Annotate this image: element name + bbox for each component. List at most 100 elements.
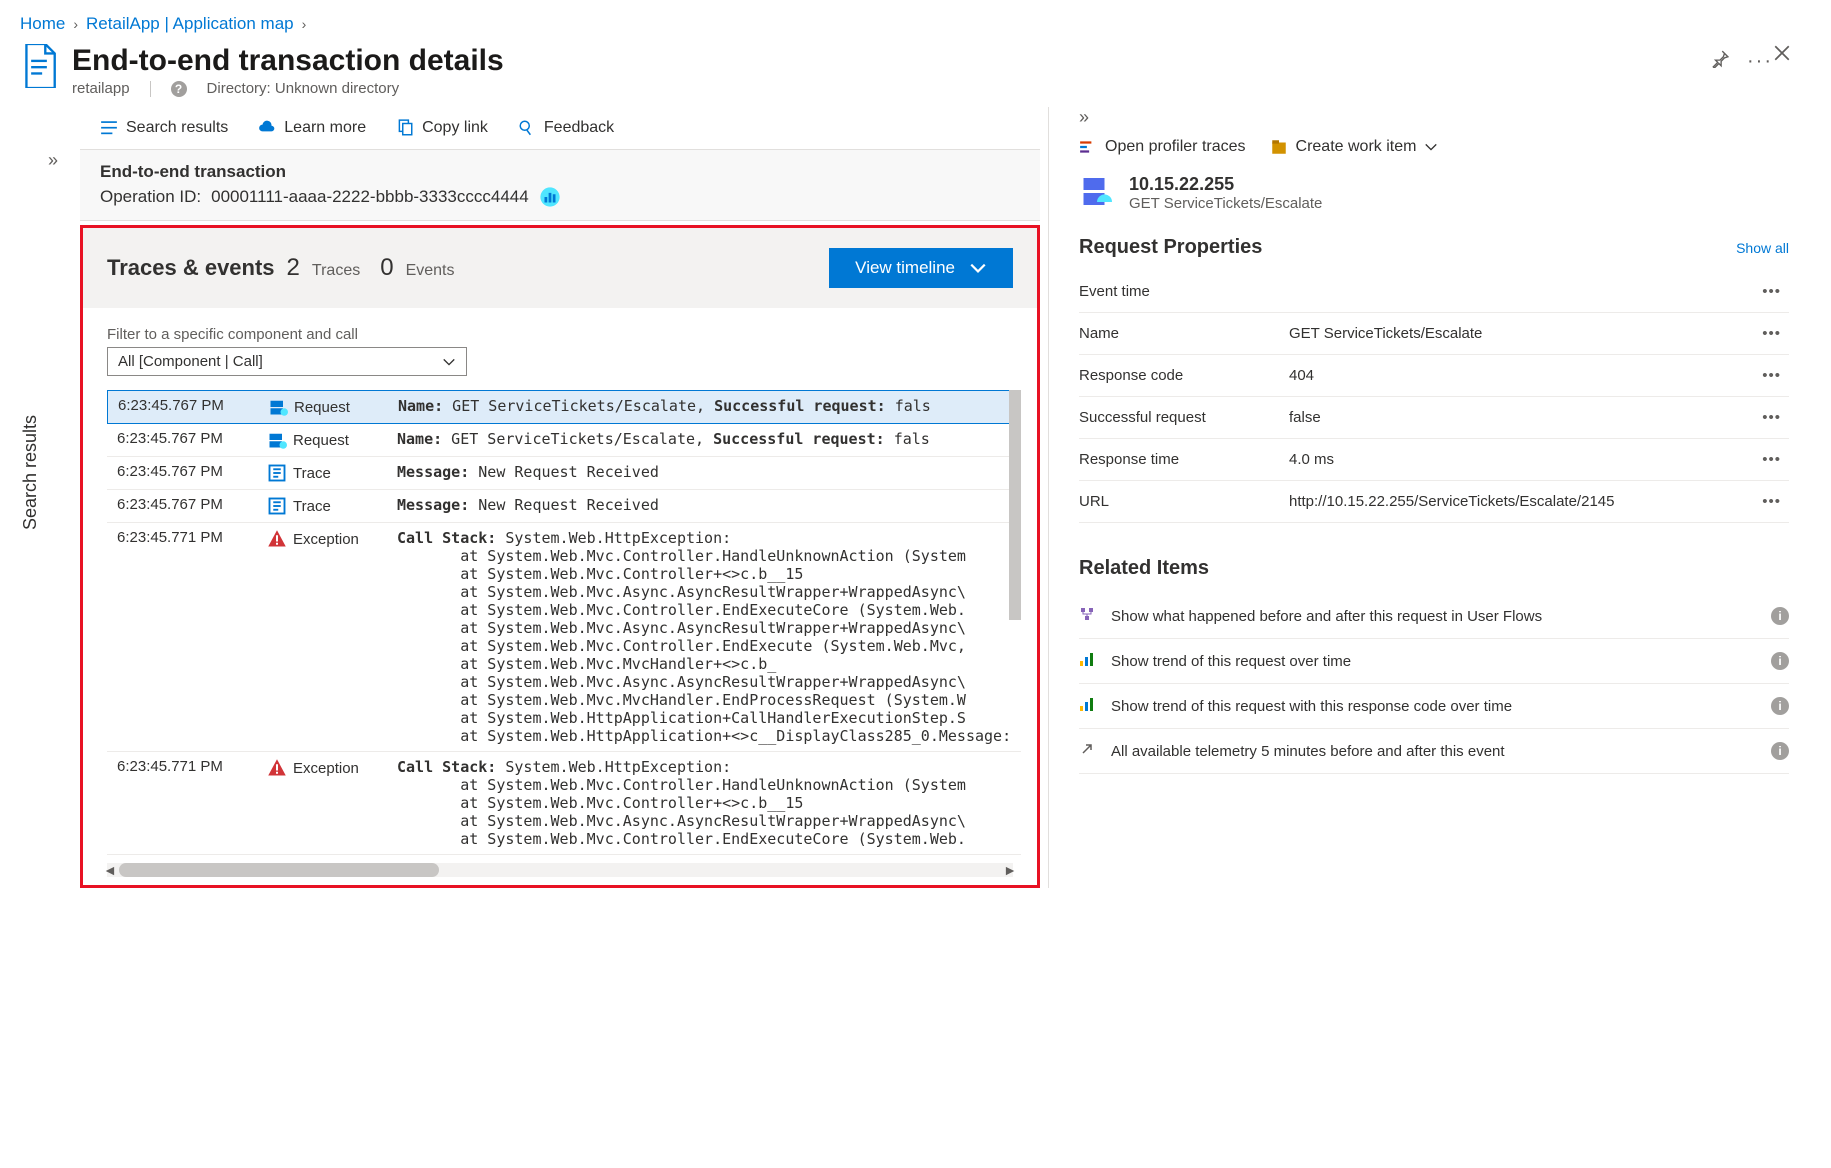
trace-row[interactable]: 6:23:45.767 PMTraceMessage: New Request … xyxy=(107,457,1021,490)
trace-type: Exception xyxy=(267,758,397,778)
request-subtitle: GET ServiceTickets/Escalate xyxy=(1129,195,1322,212)
toolbar-copy-link[interactable]: Copy link xyxy=(396,119,488,137)
related-icon xyxy=(1079,741,1097,761)
scroll-left-icon[interactable]: ◄ xyxy=(103,862,117,878)
feedback-icon xyxy=(518,119,536,137)
trace-detail: Name: GET ServiceTickets/Escalate, Succe… xyxy=(398,397,1010,415)
property-more-icon[interactable]: ••• xyxy=(1754,493,1789,510)
property-label: Response time xyxy=(1079,451,1289,468)
operation-bar: End-to-end transaction Operation ID: 000… xyxy=(80,149,1040,221)
trace-row[interactable]: 6:23:45.767 PMRequestName: GET ServiceTi… xyxy=(107,424,1021,457)
property-value: 4.0 ms xyxy=(1289,451,1754,468)
cloud-icon xyxy=(258,119,276,137)
horizontal-scrollbar[interactable]: ◄ ► xyxy=(107,863,1013,877)
app-name: retailapp xyxy=(72,80,130,97)
traces-count: 2 xyxy=(287,254,300,282)
info-icon[interactable]: i xyxy=(1771,607,1789,625)
property-label: Response code xyxy=(1079,367,1289,384)
expand-panel-icon[interactable]: » xyxy=(1079,107,1789,128)
toolbar-search-results[interactable]: Search results xyxy=(100,119,228,137)
server-icon xyxy=(1079,175,1115,211)
property-row: Response time4.0 ms••• xyxy=(1079,439,1789,481)
info-icon[interactable]: i xyxy=(1771,697,1789,715)
toolbar-learn-more[interactable]: Learn more xyxy=(258,119,366,137)
chevron-down-icon xyxy=(1424,140,1438,154)
related-item[interactable]: Show what happened before and after this… xyxy=(1079,594,1789,639)
property-more-icon[interactable]: ••• xyxy=(1754,409,1789,426)
traces-heading: Traces & events xyxy=(107,255,275,281)
related-item[interactable]: All available telemetry 5 minutes before… xyxy=(1079,729,1789,774)
trace-time: 6:23:45.767 PM xyxy=(117,496,267,513)
component-filter-select[interactable]: All [Component | Call] xyxy=(107,347,467,376)
trace-time: 6:23:45.767 PM xyxy=(118,397,268,414)
property-row: Response code404••• xyxy=(1079,355,1789,397)
vertical-scrollbar[interactable] xyxy=(1009,390,1021,620)
property-label: URL xyxy=(1079,493,1289,510)
copy-icon xyxy=(396,119,414,137)
info-icon[interactable]: ? xyxy=(171,81,187,97)
properties-list: Event time•••NameGET ServiceTickets/Esca… xyxy=(1079,271,1789,523)
show-all-link[interactable]: Show all xyxy=(1736,240,1789,256)
request-title: 10.15.22.255 xyxy=(1129,174,1322,195)
related-item[interactable]: Show trend of this request with this res… xyxy=(1079,684,1789,729)
related-text: Show trend of this request over time xyxy=(1111,653,1757,670)
open-profiler-button[interactable]: Open profiler traces xyxy=(1079,138,1246,156)
trace-detail: Message: New Request Received xyxy=(397,496,1011,514)
trace-row[interactable]: 6:23:45.767 PMRequestName: GET ServiceTi… xyxy=(107,390,1021,424)
info-icon[interactable]: i xyxy=(1771,652,1789,670)
property-more-icon[interactable]: ••• xyxy=(1754,367,1789,384)
scroll-right-icon[interactable]: ► xyxy=(1003,862,1017,878)
related-icon xyxy=(1079,696,1097,716)
list-icon xyxy=(100,119,118,137)
scrollbar-thumb[interactable] xyxy=(119,863,439,877)
side-label: Search results xyxy=(20,415,41,530)
props-heading: Request Properties xyxy=(1079,236,1262,259)
related-icon xyxy=(1079,606,1097,626)
divider xyxy=(150,81,151,97)
trace-type: Exception xyxy=(267,529,397,549)
related-text: Show what happened before and after this… xyxy=(1111,608,1757,625)
create-work-item-button[interactable]: Create work item xyxy=(1270,138,1439,156)
chevron-down-icon xyxy=(442,355,456,369)
trace-type: Trace xyxy=(267,496,397,516)
page-header: End-to-end transaction details retailapp… xyxy=(0,44,1831,107)
trace-row[interactable]: 6:23:45.767 PMTraceMessage: New Request … xyxy=(107,490,1021,523)
related-item[interactable]: Show trend of this request over time i xyxy=(1079,639,1789,684)
trace-detail: Name: GET ServiceTickets/Escalate, Succe… xyxy=(397,430,1011,448)
breadcrumb-home[interactable]: Home xyxy=(20,14,65,34)
pin-icon[interactable] xyxy=(1711,50,1729,71)
breadcrumb: Home › RetailApp | Application map › xyxy=(0,0,1831,44)
property-row: NameGET ServiceTickets/Escalate••• xyxy=(1079,313,1789,355)
trace-row[interactable]: 6:23:45.771 PMExceptionCall Stack: Syste… xyxy=(107,523,1021,752)
expand-panel-icon[interactable]: » xyxy=(48,150,58,171)
trace-detail: Call Stack: System.Web.HttpException: at… xyxy=(397,529,1011,745)
page-title: End-to-end transaction details xyxy=(72,44,1711,78)
property-more-icon[interactable]: ••• xyxy=(1754,325,1789,342)
app-insights-icon[interactable] xyxy=(539,186,561,208)
more-icon[interactable]: ··· xyxy=(1747,50,1773,73)
property-value: http://10.15.22.255/ServiceTickets/Escal… xyxy=(1289,493,1754,510)
trace-detail: Call Stack: System.Web.HttpException: at… xyxy=(397,758,1011,848)
property-more-icon[interactable]: ••• xyxy=(1754,283,1789,300)
related-icon xyxy=(1079,651,1097,671)
close-icon[interactable] xyxy=(1773,44,1791,65)
related-text: Show trend of this request with this res… xyxy=(1111,698,1757,715)
trace-rows: 6:23:45.767 PM RequestName: GET ServiceTi… xyxy=(107,390,1021,855)
trace-row[interactable]: 6:23:45.771 PMExceptionCall Stack: Syste… xyxy=(107,752,1021,855)
breadcrumb-app[interactable]: RetailApp | Application map xyxy=(86,14,294,34)
chevron-right-icon: › xyxy=(302,16,307,32)
related-text: All available telemetry 5 minutes before… xyxy=(1111,743,1757,760)
trace-type: Request xyxy=(267,430,397,450)
traces-events-panel: Traces & events 2 Traces 0 Events View t… xyxy=(80,225,1040,888)
info-icon[interactable]: i xyxy=(1771,742,1789,760)
property-more-icon[interactable]: ••• xyxy=(1754,451,1789,468)
chevron-down-icon xyxy=(969,259,987,277)
related-heading: Related Items xyxy=(1079,557,1789,580)
toolbar-feedback[interactable]: Feedback xyxy=(518,119,614,137)
trace-time: 6:23:45.771 PM xyxy=(117,758,267,775)
chevron-right-icon: › xyxy=(73,16,78,32)
view-timeline-button[interactable]: View timeline xyxy=(829,248,1013,288)
work-item-icon xyxy=(1270,138,1288,156)
property-label: Successful request xyxy=(1079,409,1289,426)
document-icon xyxy=(20,44,58,88)
